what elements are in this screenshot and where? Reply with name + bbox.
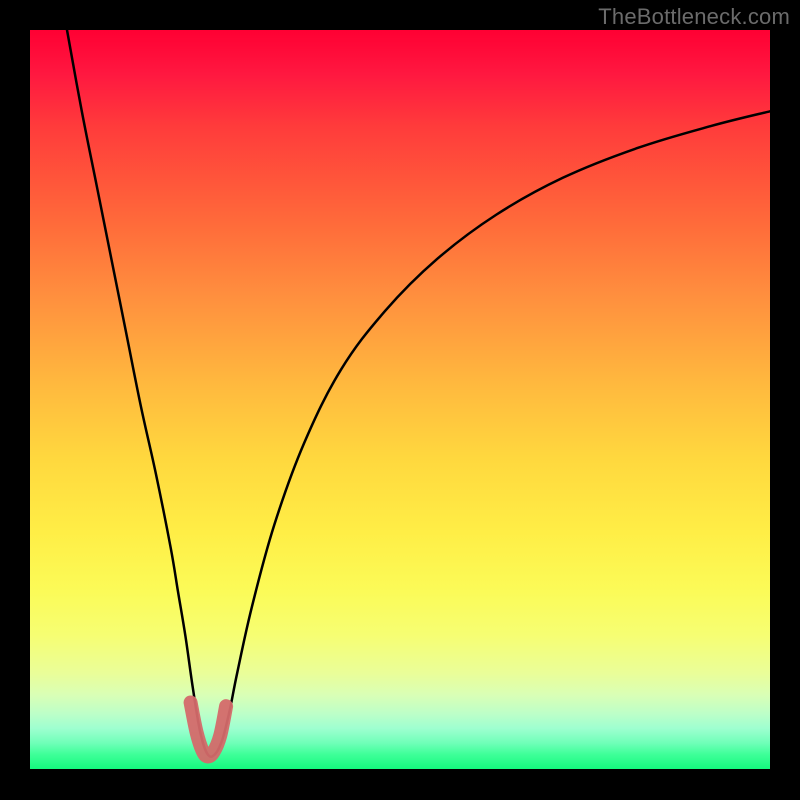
- chart-stage: TheBottleneck.com: [0, 0, 800, 800]
- watermark-text: TheBottleneck.com: [598, 4, 790, 30]
- chart-svg: [30, 30, 770, 769]
- valley-marker: [191, 702, 227, 756]
- chart-plot-area: [30, 30, 770, 769]
- bottleneck-curve: [67, 30, 770, 757]
